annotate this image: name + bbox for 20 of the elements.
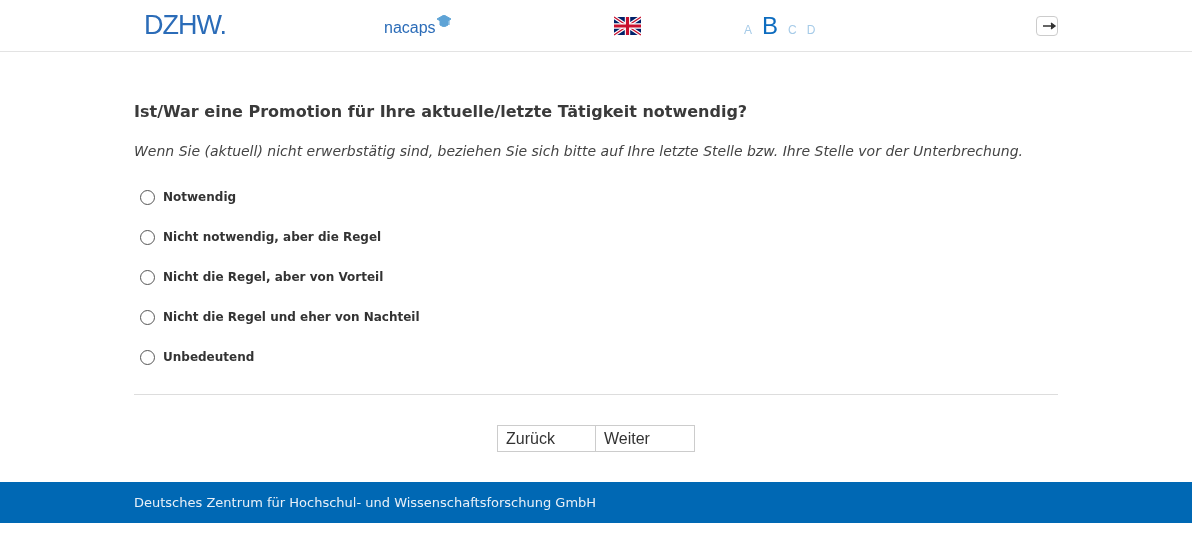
step-label: D [806, 22, 816, 37]
footer-text: Deutsches Zentrum für Hochschul- und Wissenschaftsforschung GmbH [134, 495, 598, 510]
option-label[interactable]: Nicht die Regel und eher von Nachteil [163, 310, 420, 324]
option-label[interactable]: Nicht notwendig, aber die Regel [163, 230, 382, 244]
question-note: Wenn Sie (aktuell) nicht erwerbstätig sind, beziehen Sie sich bitte auf Ihre letzte Stelle bzw. Ihre Stelle vor der Unterbrechung. [134, 143, 1024, 159]
flag-icon[interactable] [614, 15, 641, 36]
graduation-cap-icon [436, 14, 451, 27]
question-text: Ist/War eine Promotion für Ihre aktuelle/letzte Tätigkeit notwendig? [134, 102, 749, 121]
nav-button[interactable]: Weiter [596, 425, 695, 452]
step-label: C [788, 22, 797, 37]
option-label[interactable]: Nicht die Regel, aber von Vorteil [163, 270, 384, 284]
step-label: A [744, 22, 752, 37]
nav-button[interactable]: Zurück [497, 425, 596, 452]
arrow-icon [1043, 21, 1057, 30]
option-label[interactable]: Unbedeutend [163, 350, 255, 364]
brand-logo: nacaps [384, 18, 436, 37]
logo: DZHW. [144, 10, 227, 41]
logout-button[interactable] [1036, 15, 1058, 36]
option-label[interactable]: Notwendig [163, 190, 237, 204]
step-label: B [762, 11, 779, 40]
